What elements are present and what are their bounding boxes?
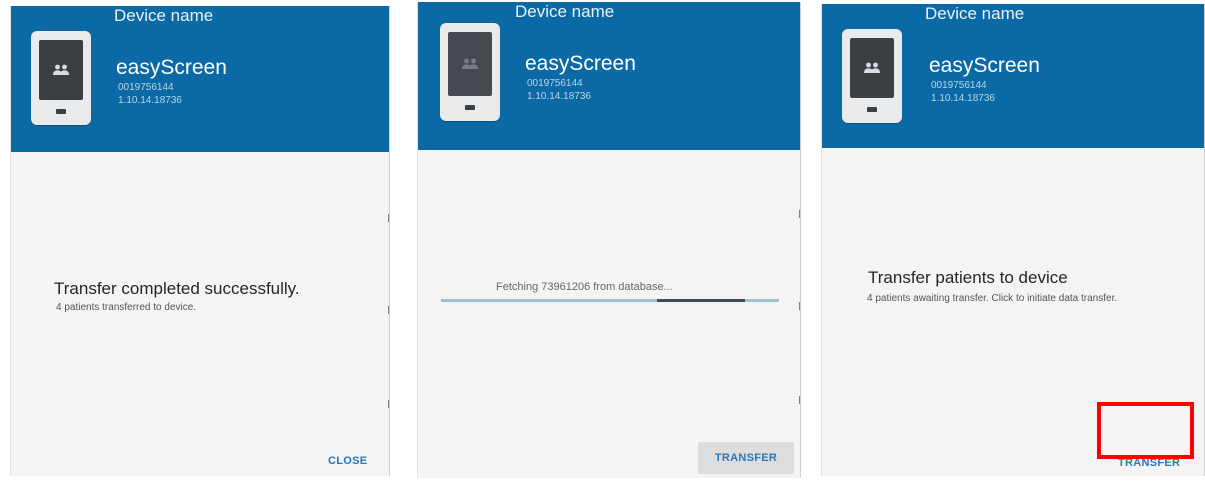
- close-button[interactable]: CLOSE: [328, 455, 367, 467]
- tablet-home-button: [465, 105, 475, 110]
- status-subtitle: 4 patients awaiting transfer. Click to i…: [867, 293, 1118, 304]
- scroll-mark: [388, 214, 389, 222]
- device-version: 1.10.14.18736: [527, 91, 591, 102]
- app-name: easyScreen: [116, 56, 227, 79]
- device-name-label: Device name: [114, 6, 214, 25]
- scroll-mark: [799, 396, 800, 404]
- dialog-transfer-progress: Device name easyScreen 0019756144 1.10.1…: [417, 2, 801, 478]
- tablet-screen: [850, 38, 894, 98]
- dialog-header: Device name easyScreen 0019756144 1.10.1…: [11, 6, 389, 152]
- app-name: easyScreen: [929, 54, 1040, 77]
- device-serial: 0019756144: [527, 78, 583, 89]
- tablet-screen: [39, 40, 83, 100]
- scroll-mark: [799, 302, 800, 310]
- device-name-label: Device name: [515, 2, 615, 21]
- tablet-icon: [31, 31, 91, 125]
- tablet-home-button: [867, 107, 877, 112]
- device-version: 1.10.14.18736: [931, 93, 995, 104]
- scroll-mark: [388, 400, 389, 408]
- scroll-mark: [388, 306, 389, 314]
- tablet-home-button: [56, 109, 66, 114]
- device-serial: 0019756144: [118, 82, 174, 93]
- dialog-header: Device name easyScreen 0019756144 1.10.1…: [418, 2, 800, 150]
- scroll-mark: [799, 210, 800, 218]
- highlight-box: [1097, 402, 1194, 459]
- status-title: Transfer completed successfully.: [54, 279, 300, 298]
- tablet-icon: [440, 23, 500, 121]
- progress-bar-fill: [657, 299, 746, 302]
- device-version: 1.10.14.18736: [118, 95, 182, 106]
- transfer-button[interactable]: TRANSFER: [698, 442, 794, 474]
- tablet-icon: [842, 29, 902, 123]
- screenshot-stage: Device name easyScreen 0019756144 1.10.1…: [0, 0, 1205, 482]
- people-icon: [864, 62, 880, 73]
- app-name: easyScreen: [525, 52, 636, 75]
- status-title: Transfer patients to device: [868, 268, 1068, 287]
- tablet-screen: [448, 32, 492, 96]
- dialog-header: Device name easyScreen 0019756144 1.10.1…: [822, 4, 1204, 148]
- device-name-label: Device name: [925, 4, 1025, 23]
- people-icon: [53, 64, 69, 75]
- progress-message: Fetching 73961206 from database...: [496, 281, 673, 293]
- progress-bar: [441, 299, 779, 302]
- people-icon: [462, 58, 478, 69]
- device-serial: 0019756144: [931, 80, 987, 91]
- status-subtitle: 4 patients transferred to device.: [56, 302, 197, 313]
- dialog-transfer-success: Device name easyScreen 0019756144 1.10.1…: [10, 6, 390, 476]
